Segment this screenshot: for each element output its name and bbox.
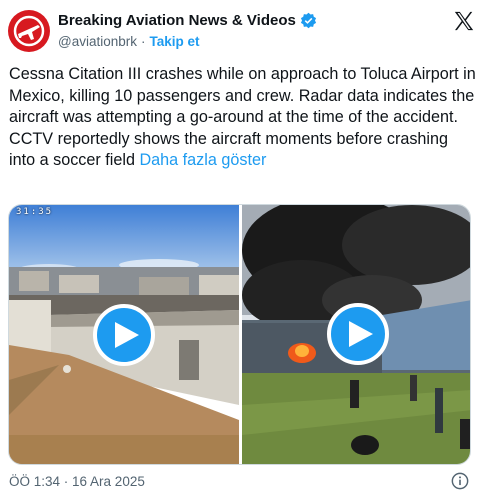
handle[interactable]: @aviationbrk (58, 34, 137, 49)
display-name[interactable]: Breaking Aviation News & Videos (58, 12, 296, 29)
separator: · (141, 34, 146, 49)
tweet-header: Breaking Aviation News & Videos @aviatio… (8, 10, 475, 56)
follow-button[interactable]: Takip et (150, 34, 200, 49)
play-button-right[interactable] (327, 303, 389, 365)
avatar[interactable] (8, 10, 50, 52)
x-logo-icon[interactable] (453, 10, 475, 32)
show-more-link[interactable]: Daha fazla göster (139, 151, 266, 169)
airplane-logo-icon (13, 15, 45, 47)
handle-row: @aviationbrk · Takip et (58, 34, 200, 49)
video-right[interactable] (242, 205, 470, 464)
name-row: Breaking Aviation News & Videos (58, 12, 317, 29)
tweet-text: Cessna Citation III crashes while on app… (9, 64, 477, 172)
verified-badge-icon[interactable] (300, 12, 317, 29)
play-icon (348, 321, 373, 347)
info-icon[interactable] (451, 472, 469, 490)
tweet-timestamp[interactable]: ÖÖ 1:34 · 16 Ara 2025 (9, 474, 145, 489)
media-grid: 31:35 (8, 204, 471, 465)
video-time-overlay: 31:35 (16, 207, 54, 217)
video-left[interactable]: 31:35 (9, 205, 239, 464)
play-button-left[interactable] (93, 304, 155, 366)
tweet-card[interactable]: Breaking Aviation News & Videos @aviatio… (0, 0, 483, 500)
play-icon (114, 322, 139, 348)
